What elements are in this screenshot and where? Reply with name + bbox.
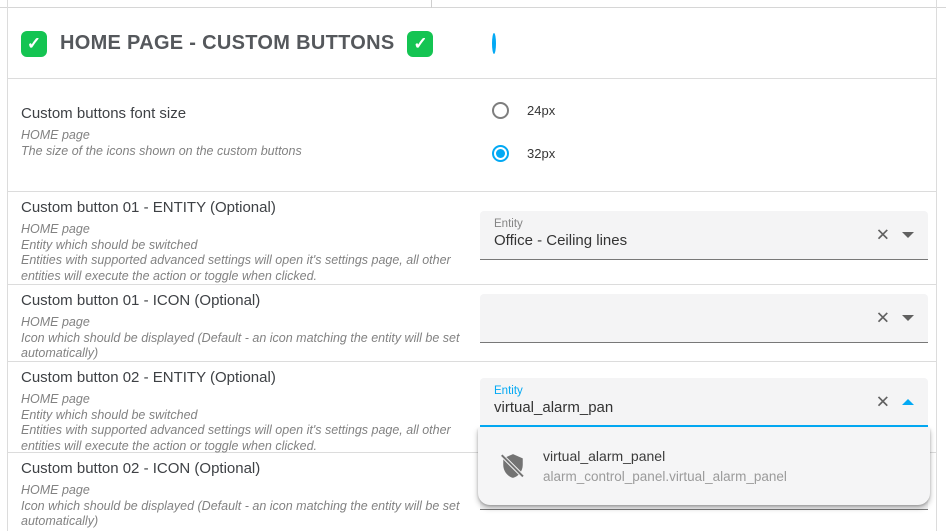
button01-entity-info: Custom button 01 - ENTITY (Optional) HOM… <box>8 192 470 284</box>
button02-entity-row: Custom button 02 - ENTITY (Optional) HOM… <box>8 362 936 505</box>
section-description: Entity which should be switched <box>21 407 198 422</box>
section-title: Custom button 01 - ICON (Optional) <box>21 292 261 309</box>
section-description: Entities with supported advanced setting… <box>21 253 451 283</box>
section-subtitle: HOME page <box>21 483 90 497</box>
field-label: Entity <box>494 385 523 397</box>
top-divider <box>0 0 946 8</box>
header-radio-selected[interactable] <box>492 32 496 54</box>
radio-option-24px[interactable]: 24px <box>492 97 936 123</box>
radio-icon-selected[interactable] <box>492 144 509 162</box>
right-border <box>936 0 937 531</box>
page-title: HOME PAGE - CUSTOM BUTTONS <box>60 32 395 54</box>
header-radio-wrap <box>470 32 496 54</box>
section-description: Entities with supported advanced setting… <box>21 423 451 453</box>
section-title: Custom button 02 - ENTITY (Optional) <box>21 369 276 386</box>
entity-suggestion-text: virtual_alarm_panel alarm_control_panel.… <box>543 448 787 484</box>
button01-icon-row: Custom button 01 - ICON (Optional) HOME … <box>8 285 936 362</box>
entity-suggestion-item[interactable]: virtual_alarm_panel alarm_control_panel.… <box>478 435 930 497</box>
radio-label: 32px <box>527 145 556 161</box>
field-value[interactable]: Office - Ceiling lines <box>494 232 858 249</box>
section-subtitle: HOME page <box>21 315 90 329</box>
settings-list: ✓ HOME PAGE - CUSTOM BUTTONS ✓ Custom bu… <box>8 9 936 529</box>
check-icon: ✓ <box>407 30 434 57</box>
entity-id: alarm_control_panel.virtual_alarm_panel <box>543 469 787 484</box>
clear-icon[interactable]: ✕ <box>876 393 890 410</box>
section-description: Entity which should be switched <box>21 237 198 252</box>
section-description: Icon which should be displayed (Default … <box>21 498 460 529</box>
radio-option-32px[interactable]: 32px <box>492 140 936 166</box>
section-title: Custom button 02 - ICON (Optional) <box>21 460 261 477</box>
entity-combobox-01[interactable]: Entity Office - Ceiling lines ✕ <box>480 211 928 260</box>
entity-combobox-02-active[interactable]: Entity virtual_alarm_pan ✕ <box>480 378 928 427</box>
icon-combobox-01[interactable]: ✕ <box>480 294 928 343</box>
clear-icon[interactable]: ✕ <box>876 227 890 244</box>
font-size-row: Custom buttons font size HOME page The s… <box>8 79 936 192</box>
section-subtitle: HOME page <box>21 392 90 406</box>
button02-icon-info: Custom button 02 - ICON (Optional) HOME … <box>8 453 470 529</box>
button01-entity-control: Entity Office - Ceiling lines ✕ <box>470 192 936 284</box>
section-header: ✓ HOME PAGE - CUSTOM BUTTONS ✓ <box>8 30 470 57</box>
field-label: Entity <box>494 218 523 230</box>
section-title: Custom button 01 - ENTITY (Optional) <box>21 199 276 216</box>
section-title: Custom buttons font size <box>21 105 187 122</box>
button01-entity-row: Custom button 01 - ENTITY (Optional) HOM… <box>8 192 936 285</box>
section-subtitle: HOME page <box>21 128 90 142</box>
button01-icon-control: ✕ <box>470 285 936 361</box>
button01-icon-info: Custom button 01 - ICON (Optional) HOME … <box>8 285 470 361</box>
section-header-row: ✓ HOME PAGE - CUSTOM BUTTONS ✓ <box>8 9 936 79</box>
shield-off-icon <box>501 454 525 479</box>
chevron-down-icon[interactable] <box>902 315 914 321</box>
settings-page: ✓ HOME PAGE - CUSTOM BUTTONS ✓ Custom bu… <box>0 0 946 531</box>
section-subtitle: HOME page <box>21 222 90 236</box>
chevron-up-icon[interactable] <box>902 398 914 405</box>
section-description: The size of the icons shown on the custo… <box>21 143 302 158</box>
button02-entity-info: Custom button 02 - ENTITY (Optional) HOM… <box>8 362 470 453</box>
entity-name: virtual_alarm_panel <box>543 448 666 464</box>
radio-icon[interactable] <box>492 101 509 119</box>
radio-label: 24px <box>527 102 556 118</box>
chevron-down-icon[interactable] <box>902 232 914 238</box>
check-icon: ✓ <box>21 30 47 57</box>
search-input-value[interactable]: virtual_alarm_pan <box>494 399 858 416</box>
top-column-divider <box>431 0 432 8</box>
button02-entity-control: Entity virtual_alarm_pan ✕ virtual_alarm… <box>470 362 936 505</box>
section-description: Icon which should be displayed (Default … <box>21 330 460 361</box>
font-size-options: 24px 32px <box>470 79 936 191</box>
font-size-info: Custom buttons font size HOME page The s… <box>8 79 470 191</box>
clear-icon[interactable]: ✕ <box>876 310 890 327</box>
entity-suggestion-listbox: virtual_alarm_panel alarm_control_panel.… <box>478 428 930 505</box>
